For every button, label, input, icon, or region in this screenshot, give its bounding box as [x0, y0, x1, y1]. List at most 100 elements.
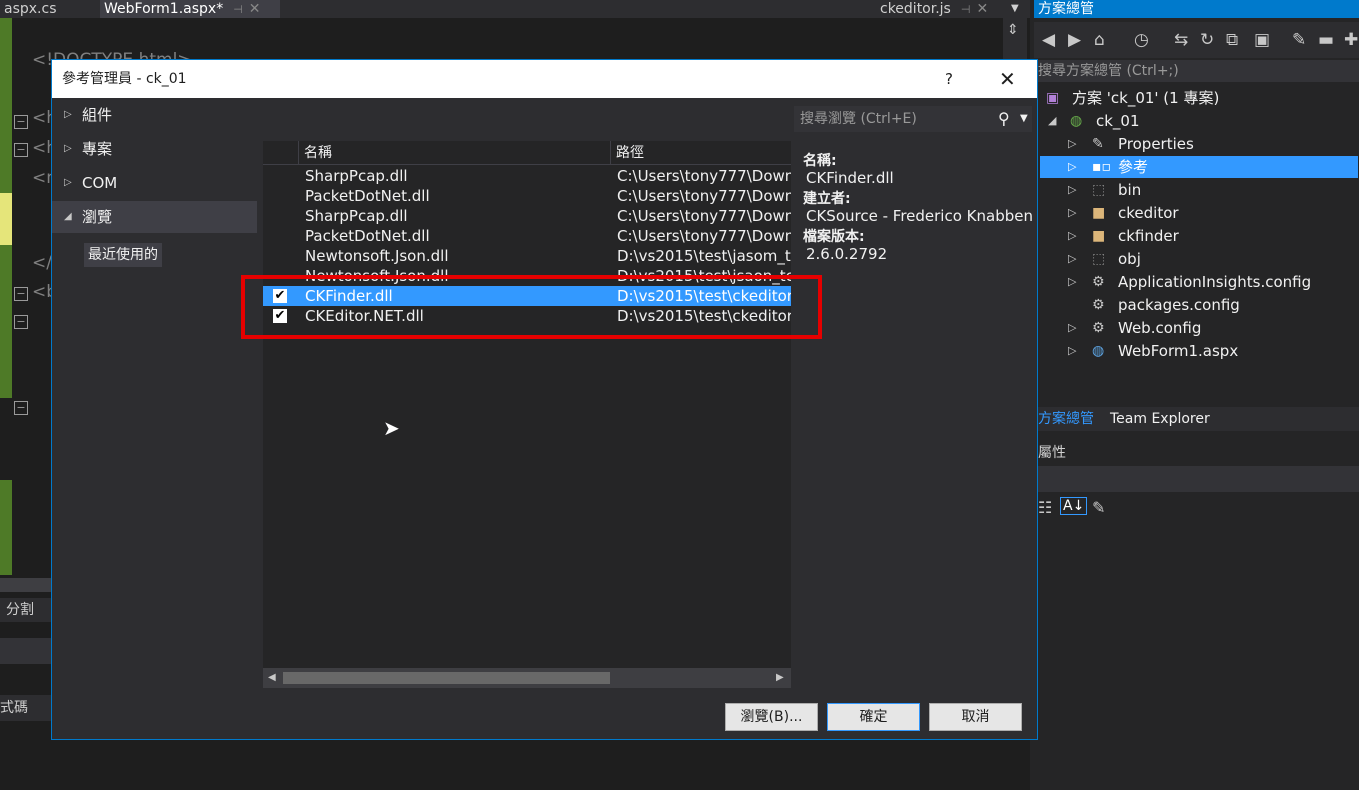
close-icon[interactable]: ✕: [249, 1, 261, 17]
collapsed-arrow-icon[interactable]: ▷: [1068, 156, 1076, 178]
scrollbar-thumb[interactable]: [283, 672, 610, 684]
show-all-files-icon[interactable]: ▣: [1254, 30, 1270, 50]
config-icon: ⚙: [1092, 274, 1105, 290]
back-icon[interactable]: ◀: [1042, 30, 1055, 50]
home-icon[interactable]: ⌂: [1094, 30, 1105, 50]
close-icon[interactable]: ✕: [976, 1, 988, 17]
tree-item-web-config[interactable]: ▷ ⚙ Web.config: [1040, 317, 1358, 339]
source-view-button[interactable]: 式碼: [0, 695, 52, 721]
nav-recent[interactable]: 最近使用的: [84, 243, 162, 267]
tab-webform1[interactable]: WebForm1.aspx* ⊣ ✕: [100, 0, 280, 18]
tree-item-ckeditor[interactable]: ▷ ■ ckeditor: [1040, 202, 1358, 224]
tab-team-explorer[interactable]: Team Explorer: [1106, 407, 1214, 431]
solution-explorer-title: 方案總管: [1034, 0, 1359, 18]
config-icon: ⚙: [1092, 297, 1105, 313]
refresh-icon[interactable]: ↻: [1200, 30, 1214, 50]
tree-item-obj[interactable]: ▷ ⬚ obj: [1040, 248, 1358, 270]
pin-icon[interactable]: ⊣: [961, 3, 971, 16]
split-view-button[interactable]: 分割: [0, 598, 52, 622]
config-icon: ⚙: [1092, 320, 1105, 336]
collapse-icon[interactable]: −: [14, 143, 28, 157]
collapsed-arrow-icon[interactable]: ▷: [1068, 179, 1076, 201]
nav-browse[interactable]: ◢ 瀏覽: [52, 201, 257, 233]
tree-item-ckfinder[interactable]: ▷ ■ ckfinder: [1040, 225, 1358, 247]
properties-object-combo[interactable]: [1034, 466, 1359, 492]
code-line: </: [32, 253, 52, 273]
tree-item-packages-config[interactable]: ⚙ packages.config: [1040, 294, 1358, 316]
collapsed-arrow-icon[interactable]: ▷: [1068, 202, 1076, 224]
tree-item-properties[interactable]: ▷ ✎ Properties: [1040, 133, 1358, 155]
collapse-icon[interactable]: −: [14, 315, 28, 329]
collapsed-arrow-icon: ▷: [64, 177, 72, 188]
tree-item-references[interactable]: ▷ ▪▫ 參考: [1040, 156, 1358, 178]
search-icon[interactable]: ⚲: [998, 106, 1010, 132]
collapsed-arrow-icon[interactable]: ▷: [1068, 340, 1076, 362]
browse-search-input[interactable]: 搜尋瀏覽 (Ctrl+E): [794, 106, 1032, 132]
collapsed-arrow-icon[interactable]: ▷: [1068, 248, 1076, 270]
preview-icon[interactable]: ▬: [1318, 30, 1334, 50]
split-icon[interactable]: ⇕: [1007, 22, 1019, 38]
nav-projects[interactable]: ▷ 專案: [52, 133, 257, 165]
tree-item-project[interactable]: ◢ ◍ ck_01: [1040, 110, 1358, 132]
tree-item-bin[interactable]: ▷ ⬚ bin: [1040, 179, 1358, 201]
column-header-name[interactable]: 名稱: [299, 141, 332, 165]
scroll-left-icon[interactable]: ◀: [268, 668, 276, 688]
ok-button[interactable]: 確定: [827, 703, 920, 731]
collapse-all-icon[interactable]: ⧉: [1226, 30, 1238, 50]
info-name-value: CKFinder.dll: [806, 169, 894, 187]
browse-button[interactable]: 瀏覽(B)...: [725, 703, 818, 731]
table-row[interactable]: SharpPcap.dll C:\Users\tony777\Downl: [263, 206, 791, 226]
references-icon: ▪▫: [1092, 159, 1111, 175]
column-header-path[interactable]: 路徑: [611, 141, 644, 165]
table-row[interactable]: Newtonsoft.Json.dll D:\vs2015\test\jasom_…: [263, 246, 791, 266]
forward-icon[interactable]: ▶: [1068, 30, 1081, 50]
table-row[interactable]: PacketDotNet.dll C:\Users\tony777\Downl: [263, 186, 791, 206]
wrench-icon[interactable]: ✎: [1092, 498, 1105, 517]
tree-item-appinsights-config[interactable]: ▷ ⚙ ApplicationInsights.config: [1040, 271, 1358, 293]
collapsed-arrow-icon: ▷: [64, 143, 72, 154]
collapse-icon[interactable]: −: [14, 115, 28, 129]
tab-ckeditor-js[interactable]: ckeditor.js ⊣ ✕: [876, 0, 992, 18]
info-author-label: 建立者:: [803, 191, 851, 207]
collapsed-arrow-icon[interactable]: ▷: [1068, 317, 1076, 339]
wrench-icon: ✎: [1092, 136, 1104, 152]
pin-icon[interactable]: ⊣: [233, 3, 243, 16]
tree-item-solution[interactable]: ▣ 方案 'ck_01' (1 專案): [1040, 87, 1358, 109]
annotation-highlight-box: [241, 275, 822, 339]
sync-icon[interactable]: ⇆: [1174, 30, 1188, 50]
collapsed-arrow-icon[interactable]: ▷: [1068, 133, 1076, 155]
info-author-value: CKSource - Frederico Knabben: [806, 207, 1033, 225]
chevron-down-icon[interactable]: ▼: [1007, 0, 1023, 18]
nav-com[interactable]: ▷ COM: [52, 167, 257, 199]
history-icon[interactable]: ◷: [1134, 30, 1149, 50]
editor-horizontal-scrollbar[interactable]: [0, 578, 52, 592]
tree-item-webform1[interactable]: ▷ ◍ WebForm1.aspx: [1040, 340, 1358, 362]
cancel-button[interactable]: 取消: [929, 703, 1022, 731]
close-button[interactable]: ✕: [999, 60, 1016, 98]
scroll-right-icon[interactable]: ▶: [776, 668, 784, 688]
folder-icon: ■: [1092, 228, 1106, 244]
solution-icon: ▣: [1046, 90, 1060, 106]
collapse-icon[interactable]: −: [14, 401, 28, 415]
collapse-icon[interactable]: −: [14, 287, 28, 301]
collapsed-arrow-icon: ▷: [64, 109, 72, 120]
chevron-down-icon[interactable]: ▼: [1020, 106, 1028, 132]
properties-toolbar: ☷ A↓ ✎: [1034, 496, 1359, 522]
solution-explorer-toolbar: [1034, 22, 1359, 58]
tab-aspx-cs[interactable]: aspx.cs: [0, 0, 61, 18]
table-row[interactable]: PacketDotNet.dll C:\Users\tony777\Downl: [263, 226, 791, 246]
collapsed-arrow-icon[interactable]: ▷: [1068, 225, 1076, 247]
info-version-value: 2.6.0.2792: [806, 245, 888, 263]
nav-assemblies[interactable]: ▷ 組件: [52, 99, 257, 131]
tab-solution-explorer[interactable]: 方案總管: [1034, 407, 1098, 431]
expanded-arrow-icon[interactable]: ◢: [1048, 110, 1056, 132]
wrench-icon[interactable]: ✎: [1292, 30, 1306, 50]
categorized-icon[interactable]: ☷: [1038, 498, 1052, 517]
new-view-icon[interactable]: ✚: [1344, 30, 1358, 50]
editor-divider: [0, 638, 52, 664]
solution-search-input[interactable]: 搜尋方案總管 (Ctrl+;): [1034, 60, 1359, 82]
alphabetical-icon[interactable]: A↓: [1060, 497, 1088, 515]
collapsed-arrow-icon[interactable]: ▷: [1068, 271, 1076, 293]
help-button[interactable]: ?: [945, 60, 953, 98]
table-row[interactable]: SharpPcap.dll C:\Users\tony777\Downl: [263, 166, 791, 186]
